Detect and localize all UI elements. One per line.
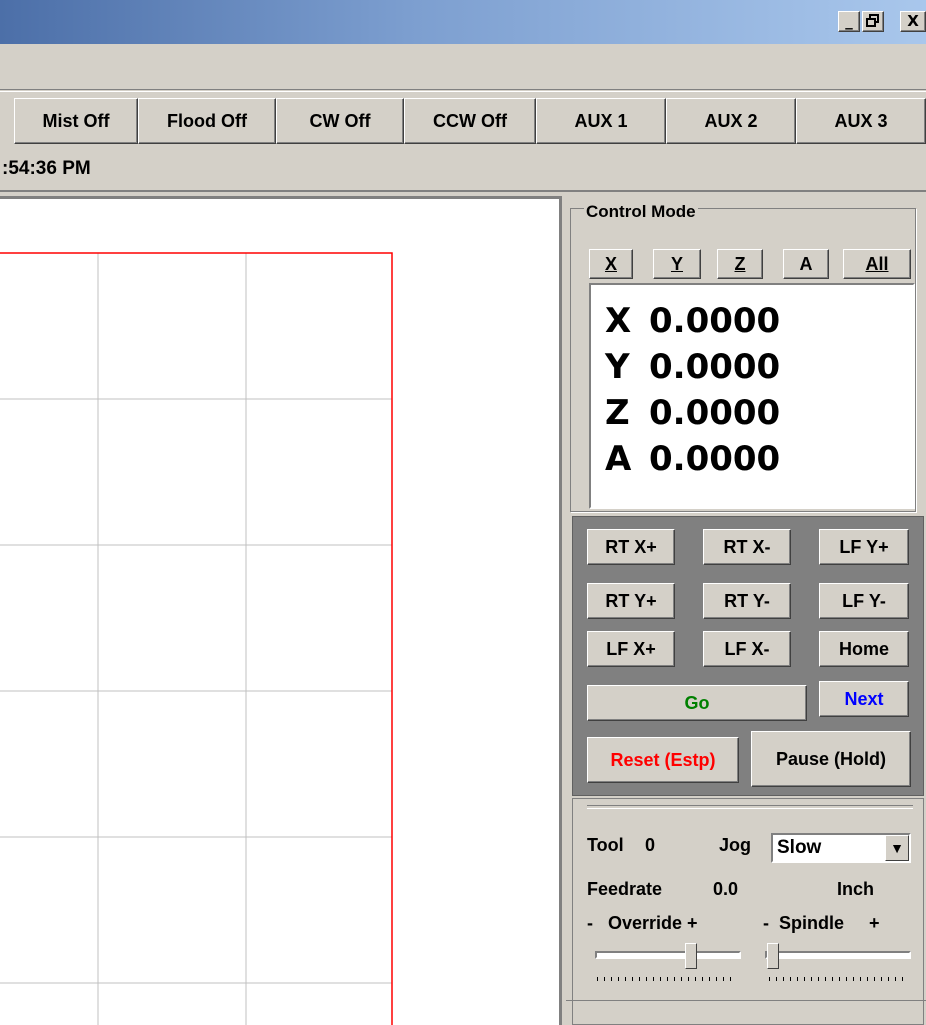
spindle-thumb[interactable] bbox=[767, 943, 779, 969]
clock-time: :54:36 PM bbox=[2, 158, 91, 179]
jog-rt-yplus-button[interactable]: RT Y+ bbox=[587, 583, 675, 619]
cw-button[interactable]: CW Off bbox=[276, 98, 404, 144]
title-bar: _ X bbox=[0, 0, 926, 44]
menu-bar bbox=[0, 44, 926, 90]
restore-icon bbox=[866, 14, 879, 27]
chevron-down-icon[interactable]: ▼ bbox=[885, 835, 909, 861]
jog-rt-xplus-button[interactable]: RT X+ bbox=[587, 529, 675, 565]
spindle-ticks bbox=[769, 977, 909, 981]
plot-canvas bbox=[0, 252, 393, 1025]
next-button[interactable]: Next bbox=[819, 681, 909, 717]
axis-a-button[interactable]: A bbox=[783, 249, 829, 279]
jog-lf-yplus-button[interactable]: LF Y+ bbox=[819, 529, 909, 565]
tool-value: 0 bbox=[645, 835, 656, 855]
spindle-label: - Spindle + bbox=[763, 913, 880, 933]
close-button[interactable]: X bbox=[900, 11, 926, 32]
position-readout: X 0.0000 Y 0.0000 Z 0.0000 A 0.0000 bbox=[589, 283, 915, 509]
override-thumb[interactable] bbox=[685, 943, 697, 969]
override-ticks bbox=[597, 977, 737, 981]
dro-row-y: Y 0.0000 bbox=[605, 347, 781, 387]
jog-rt-xminus-button[interactable]: RT X- bbox=[703, 529, 791, 565]
control-mode-group: X Y Z A All X 0.0000 Y 0.0000 Z 0.0000 A 0.0… bbox=[570, 208, 916, 512]
pause-hold-button[interactable]: Pause (Hold) bbox=[751, 731, 911, 787]
axis-x-button[interactable]: X bbox=[589, 249, 633, 279]
toolpath-plot[interactable] bbox=[0, 196, 562, 1025]
units-label: Inch bbox=[837, 879, 875, 899]
plot-grid bbox=[0, 253, 392, 1025]
dro-row-a: A 0.0000 bbox=[605, 439, 781, 479]
jog-speed-label: Jog bbox=[719, 835, 752, 855]
dro-row-x: X 0.0000 bbox=[605, 301, 781, 341]
jog-lf-yminus-button[interactable]: LF Y- bbox=[819, 583, 909, 619]
jog-speed-select[interactable]: Slow ▼ bbox=[771, 833, 911, 863]
aux2-button[interactable]: AUX 2 bbox=[666, 98, 796, 144]
axis-all-button[interactable]: All bbox=[843, 249, 911, 279]
aux3-button[interactable]: AUX 3 bbox=[796, 98, 926, 144]
restore-button[interactable] bbox=[862, 11, 884, 32]
feedrate-label: Feedrate bbox=[587, 879, 663, 899]
toolbar: Mist Off Flood Off CW Off CCW Off AUX 1 … bbox=[0, 91, 926, 148]
dro-row-z: Z 0.0000 bbox=[605, 393, 781, 433]
minimize-button[interactable]: _ bbox=[838, 11, 860, 32]
control-panel: X Y Z A All X 0.0000 Y 0.0000 Z 0.0000 A 0.0… bbox=[566, 196, 926, 1025]
flood-button[interactable]: Flood Off bbox=[138, 98, 276, 144]
home-button[interactable]: Home bbox=[819, 631, 909, 667]
jog-rt-yminus-button[interactable]: RT Y- bbox=[703, 583, 791, 619]
go-button[interactable]: Go bbox=[587, 685, 807, 721]
feedrate-value: 0.0 bbox=[713, 879, 739, 899]
bottom-divider bbox=[566, 1000, 926, 1001]
override-label: - Override + bbox=[587, 913, 698, 933]
control-mode-title: Control Mode bbox=[584, 202, 698, 222]
jog-speed-value: Slow bbox=[777, 837, 822, 858]
spindle-track bbox=[765, 951, 911, 959]
ccw-button[interactable]: CCW Off bbox=[404, 98, 536, 144]
override-track bbox=[595, 951, 741, 959]
axis-z-button[interactable]: Z bbox=[717, 249, 763, 279]
aux1-button[interactable]: AUX 1 bbox=[536, 98, 666, 144]
settings-panel: Tool 0 Jog Slow ▼ Feedrate 0.0 Inch - Ov… bbox=[572, 798, 924, 1025]
tool-label: Tool bbox=[587, 835, 624, 855]
work-area-boundary bbox=[0, 252, 393, 1025]
jog-lf-xplus-button[interactable]: LF X+ bbox=[587, 631, 675, 667]
mist-button[interactable]: Mist Off bbox=[14, 98, 138, 144]
reset-estop-button[interactable]: Reset (Estp) bbox=[587, 737, 739, 783]
status-row: :54:36 PM bbox=[0, 148, 926, 192]
separator bbox=[587, 805, 913, 809]
jog-panel: RT X+ RT X- LF Y+ RT Y+ RT Y- LF Y- LF X… bbox=[572, 516, 924, 796]
jog-lf-xminus-button[interactable]: LF X- bbox=[703, 631, 791, 667]
axis-y-button[interactable]: Y bbox=[653, 249, 701, 279]
